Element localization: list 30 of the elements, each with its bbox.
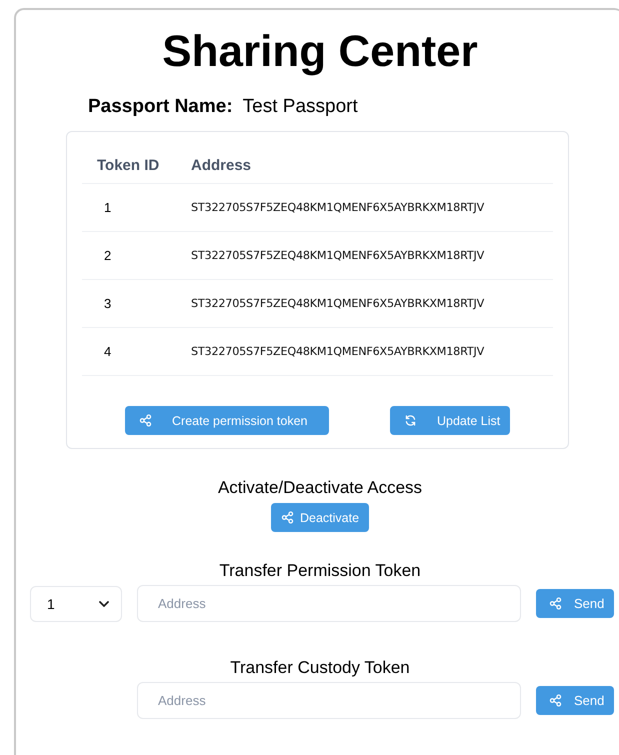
- table-cell: ST322705S7F5ZEQ48KM1QMENF6X5AYBRKXM18RTJV: [191, 249, 484, 262]
- share-button[interactable]: Create permission token: [125, 406, 329, 435]
- address-field[interactable]: Address: [137, 585, 521, 622]
- section-heading: Activate/Deactivate Access: [216, 478, 424, 498]
- share-icon: [549, 694, 562, 707]
- table-cell-text: 1: [103, 200, 112, 215]
- table-cell-text: 2: [103, 248, 112, 263]
- share-icon: [139, 414, 152, 427]
- share-button[interactable]: Send: [536, 686, 614, 715]
- column-header: Address: [191, 156, 252, 174]
- page-title: Sharing Center: [161, 26, 479, 78]
- caret-icon: [99, 600, 109, 606]
- share-icon: [280, 511, 294, 524]
- share-button[interactable]: Send: [536, 589, 614, 618]
- table-cell: ST322705S7F5ZEQ48KM1QMENF6X5AYBRKXM18RTJV: [191, 297, 484, 310]
- passport-name: Test Passport: [242, 96, 358, 118]
- table-cell-text: 3: [103, 296, 112, 311]
- section-heading: Transfer Permission Token: [218, 561, 422, 581]
- passport-label: Passport Name:: [88, 96, 233, 118]
- table-cell-text: 4: [103, 344, 112, 359]
- update-button[interactable]: Update List: [390, 406, 510, 435]
- table-cell: ST322705S7F5ZEQ48KM1QMENF6X5AYBRKXM18RTJV: [191, 345, 484, 358]
- share-button[interactable]: Deactivate: [270, 503, 370, 532]
- column-header: Token ID: [96, 156, 160, 174]
- token-dropdown[interactable]: 1: [30, 586, 122, 622]
- refresh-icon: [404, 414, 417, 427]
- section-heading: Transfer Custody Token: [229, 658, 411, 678]
- address-field[interactable]: Address: [137, 682, 521, 719]
- table-cell: ST322705S7F5ZEQ48KM1QMENF6X5AYBRKXM18RTJV: [191, 201, 484, 214]
- share-icon: [549, 597, 562, 610]
